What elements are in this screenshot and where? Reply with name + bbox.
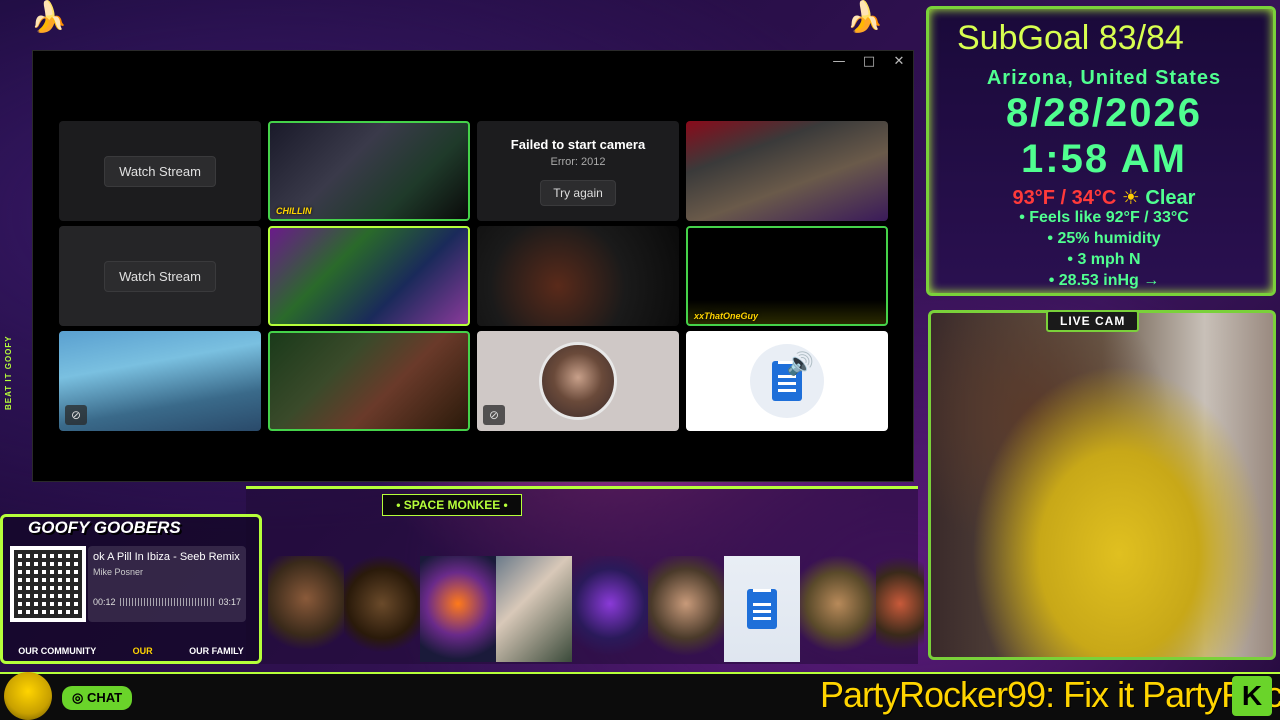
weather-condition: Clear [1145, 187, 1196, 209]
avatar [344, 556, 420, 662]
track-duration: 03:17 [218, 597, 241, 607]
stream-grid: Watch Stream CHILLIN Failed to start cam… [59, 121, 888, 431]
avatar-row [268, 556, 924, 662]
track-artist: Mike Posner [93, 567, 144, 577]
qr-code [10, 546, 86, 622]
wind: • 3 mph N [1067, 251, 1141, 268]
stream-tile[interactable]: Watch Stream [59, 121, 261, 221]
time-text: 1:58 AM [1021, 137, 1187, 181]
window-titlebar: — □ ✕ [33, 51, 913, 71]
monkey-mascot-icon [4, 672, 52, 720]
stream-tile[interactable]: Watch Stream [59, 226, 261, 326]
stream-tile[interactable] [477, 226, 679, 326]
live-cam-label: LIVE CAM [1046, 310, 1140, 332]
try-again-button[interactable]: Try again [540, 179, 616, 206]
banana-icon: 🍌 [846, 0, 884, 35]
speaker-icon: 🔊 [786, 352, 814, 377]
community-right: OUR FAMILY [189, 646, 244, 656]
humidity: • 25% humidity [1047, 230, 1161, 247]
avatar [268, 556, 344, 662]
avatar [800, 556, 876, 662]
space-monkee-title: • SPACE MONKEE • [382, 494, 522, 516]
temperature: 93°F / 34°C [1012, 187, 1117, 209]
watch-stream-button[interactable]: Watch Stream [104, 260, 216, 292]
date-text: 8/28/2026 [1006, 91, 1202, 135]
sun-icon: ☀ [1121, 185, 1140, 209]
participant-tile[interactable]: 🔊 [686, 331, 888, 431]
banana-icon: 🍌 [30, 0, 68, 35]
feels-like: • Feels like 92°F / 33°C [1019, 209, 1189, 226]
chat-ticker: PartyRocker99: Fix it PartyRocke [820, 674, 1280, 715]
camera-error-title: Failed to start camera [510, 136, 646, 152]
watch-stream-button[interactable]: Watch Stream [104, 155, 216, 187]
subgoal-counter: SubGoal 83/84 [957, 19, 1184, 57]
community-tagline: OUR COMMUNITY OUR OUR FAMILY [0, 646, 262, 656]
live-cam-feed [928, 310, 1276, 660]
hidden-video-icon[interactable]: ⊘ [483, 405, 505, 425]
side-vertical-text: BEAT IT GOOFY [4, 335, 13, 410]
track-elapsed: 00:12 [93, 597, 116, 607]
participant-tile[interactable]: ⊘ [477, 331, 679, 431]
avatar [420, 556, 496, 662]
camera-error-code: Error: 2012 [550, 155, 606, 168]
track-title: ok A Pill In Ibiza - Seeb Remix [93, 551, 240, 563]
maximize-button[interactable]: □ [861, 54, 877, 69]
stream-tile[interactable]: ⊘ [59, 331, 261, 431]
stream-tile[interactable]: CHILLIN [268, 121, 470, 221]
weather-summary: 93°F / 34°C ☀ Clear [929, 185, 1279, 210]
avatar [496, 556, 572, 662]
stream-tile[interactable] [268, 331, 470, 431]
chat-button[interactable]: ◎ CHAT [62, 686, 133, 710]
avatar [539, 342, 617, 420]
minimize-button[interactable]: — [831, 54, 847, 69]
hidden-video-icon[interactable]: ⊘ [65, 405, 87, 425]
avatar [724, 556, 800, 662]
avatar [572, 556, 648, 662]
community-mid: OUR [132, 646, 153, 656]
stream-tile[interactable]: xxThatOneGuy [686, 226, 888, 326]
stream-viewer-window: — □ ✕ Watch Stream CHILLIN Failed to sta… [32, 50, 914, 482]
document-icon [747, 589, 777, 629]
stream-overlay-label: CHILLIN [276, 206, 312, 216]
stream-overlay-label: xxThatOneGuy [694, 311, 759, 321]
waveform [119, 598, 215, 606]
track-card: ok A Pill In Ibiza - Seeb Remix Mike Pos… [88, 546, 246, 622]
avatar [648, 556, 724, 662]
group-name: GOOFY GOOBERS [28, 518, 181, 537]
stream-tile[interactable] [268, 226, 470, 326]
avatar [876, 556, 924, 662]
kick-logo-icon: K [1232, 676, 1272, 716]
stream-tile[interactable] [686, 121, 888, 221]
community-left: OUR COMMUNITY [18, 646, 97, 656]
info-panel: SubGoal 83/84 Arizona, United States 8/2… [926, 6, 1276, 296]
pressure: • 28.53 inHg → [1048, 272, 1160, 289]
avatar: 🔊 [750, 344, 824, 418]
camera-error-tile: Failed to start camera Error: 2012 Try a… [477, 121, 679, 221]
track-progress: 00:12 03:17 [93, 597, 241, 607]
location-text: Arizona, United States [986, 67, 1222, 89]
close-button[interactable]: ✕ [891, 54, 907, 69]
